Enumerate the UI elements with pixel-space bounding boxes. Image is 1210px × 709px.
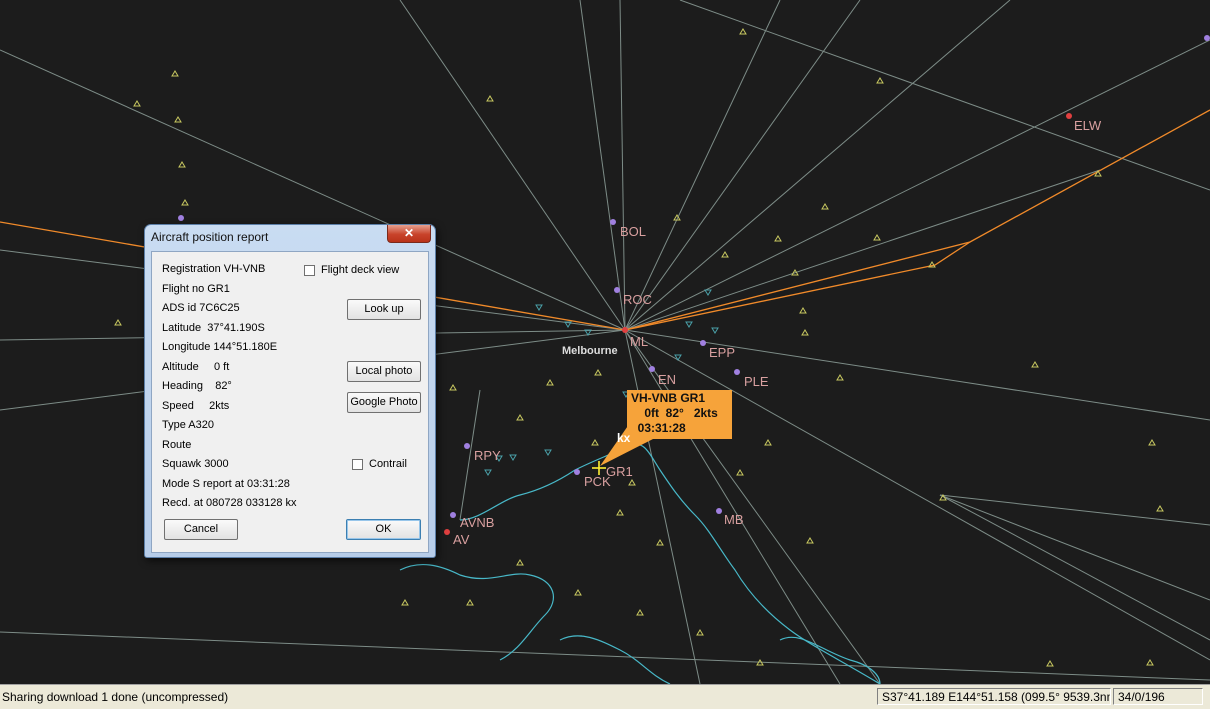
heading-field: Heading 82° xyxy=(162,380,232,392)
flight-deck-view-checkbox[interactable] xyxy=(304,264,315,276)
close-button[interactable]: ✕ xyxy=(387,225,431,243)
callout-source: kx xyxy=(617,431,631,445)
registration-field: Registration VH-VNB xyxy=(162,263,266,275)
local-photo-button[interactable]: Local photo xyxy=(347,361,421,382)
aircraft-callout[interactable]: VH-VNB GR1 0ft 82° 2kts 03:31:28 xyxy=(627,390,732,439)
ads-id-field: ADS id 7C6C25 xyxy=(162,302,240,314)
contrail-checkbox[interactable] xyxy=(352,458,363,470)
flight-no-field: Flight no GR1 xyxy=(162,283,230,295)
label-epp: EPP xyxy=(709,345,735,360)
look-up-button[interactable]: Look up xyxy=(347,299,421,320)
flight-deck-view-option[interactable]: Flight deck view xyxy=(304,264,399,276)
label-avnb: AVNB xyxy=(460,515,494,530)
altitude-field: Altitude 0 ft xyxy=(162,361,230,373)
ok-button[interactable]: OK xyxy=(346,519,421,540)
label-roc: ROC xyxy=(623,292,652,307)
squawk-field: Squawk 3000 xyxy=(162,458,229,470)
type-field: Type A320 xyxy=(162,419,214,431)
label-av: AV xyxy=(453,532,470,547)
status-message: Sharing download 1 done (uncompressed) xyxy=(2,690,229,704)
mode-s-field: Mode S report at 03:31:28 xyxy=(162,478,290,490)
flight-deck-view-label: Flight deck view xyxy=(321,264,400,276)
status-counts: 34/0/196 xyxy=(1113,688,1203,705)
label-en: EN xyxy=(658,372,676,387)
route-field: Route xyxy=(162,439,192,451)
label-elw: ELW xyxy=(1074,118,1102,133)
dialog-title: Aircraft position report xyxy=(151,230,269,244)
cursor-position: S37°41.189 E144°51.158 (099.5° 9539.3nm) xyxy=(877,688,1111,705)
aircraft-position-dialog: Aircraft position report ✕ Registration … xyxy=(144,224,436,558)
callout-line-1: VH-VNB GR1 xyxy=(631,391,706,405)
close-icon: ✕ xyxy=(403,226,415,240)
speed-field: Speed 2kts xyxy=(162,400,230,412)
label-mb: MB xyxy=(724,512,744,527)
label-ml: ML xyxy=(630,334,648,349)
cancel-button[interactable]: Cancel xyxy=(164,519,238,540)
latitude-field: Latitude 37°41.190S xyxy=(162,322,265,334)
contrail-label: Contrail xyxy=(369,458,407,470)
dialog-body: Registration VH-VNB Flight no GR1 ADS id… xyxy=(151,251,429,553)
label-rpy: RPY xyxy=(474,448,501,463)
contrail-option[interactable]: Contrail xyxy=(352,458,407,470)
status-bar: Sharing download 1 done (uncompressed) S… xyxy=(0,684,1210,709)
google-photo-button[interactable]: Google Photo xyxy=(347,392,421,413)
longitude-field: Longitude 144°51.180E xyxy=(162,341,278,353)
received-field: Recd. at 080728 033128 kx xyxy=(162,497,297,509)
label-bol: BOL xyxy=(620,224,646,239)
label-ple: PLE xyxy=(744,374,769,389)
city-label-melbourne: Melbourne xyxy=(562,345,618,357)
callout-line-3: 03:31:28 xyxy=(631,421,686,435)
callout-line-2: 0ft 82° 2kts xyxy=(631,406,718,420)
aircraft-tag: GR1 xyxy=(606,464,633,479)
